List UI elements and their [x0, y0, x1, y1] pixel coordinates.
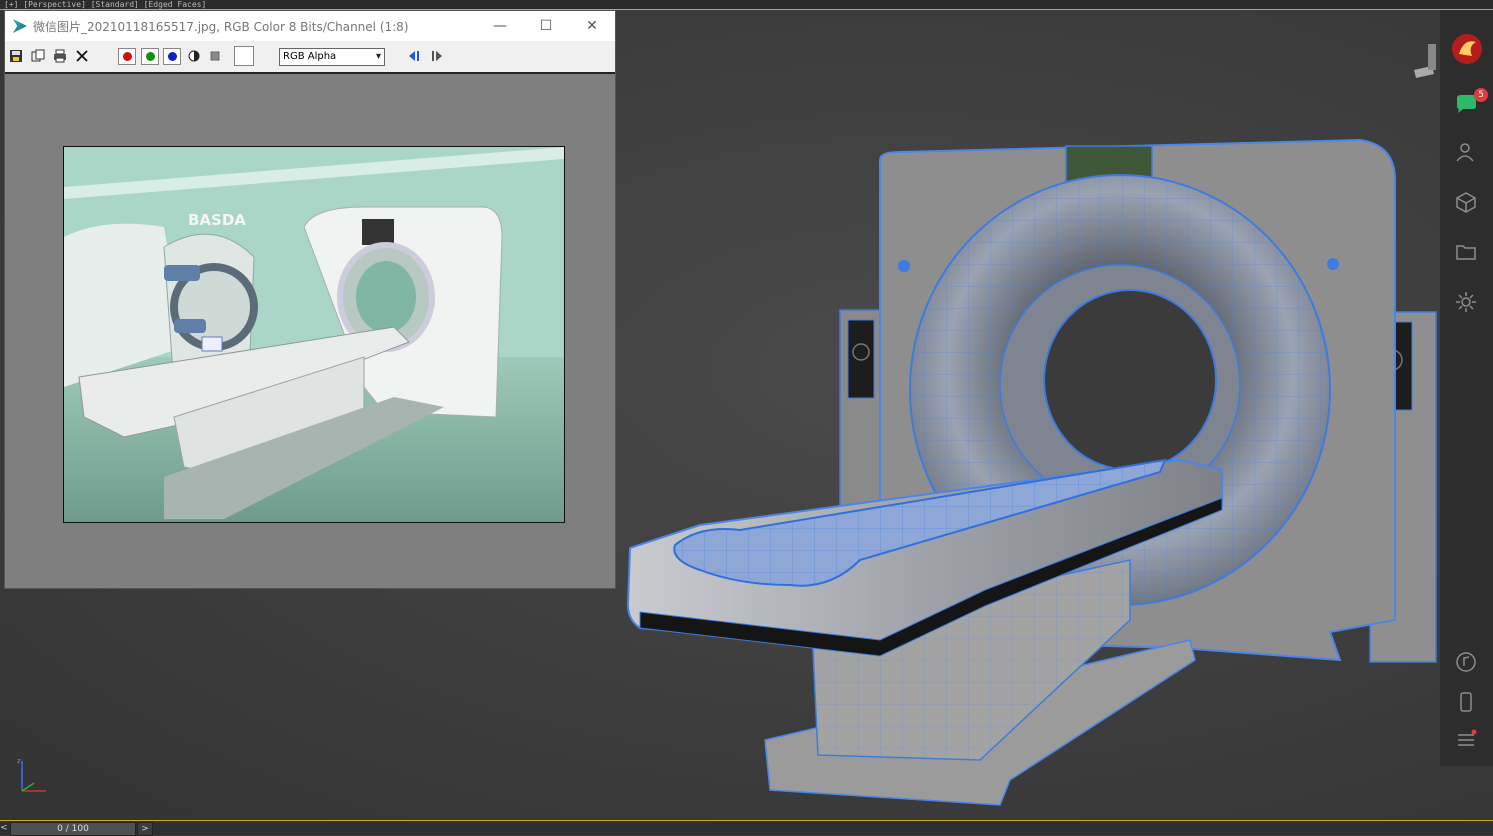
photo-gantry-display	[362, 219, 394, 245]
split-left-icon[interactable]	[407, 49, 421, 63]
channel-display-value: RGB Alpha	[283, 51, 337, 62]
monochrome-icon[interactable]	[187, 49, 201, 63]
red-channel-dot	[122, 52, 132, 61]
save-image-icon[interactable]	[9, 49, 23, 63]
clear-icon[interactable]	[75, 49, 89, 63]
cube-icon[interactable]	[1454, 190, 1478, 214]
bore-opening	[1043, 289, 1217, 471]
menu-icon[interactable]	[1454, 728, 1478, 752]
background-color-swatch[interactable]	[234, 46, 254, 66]
clone-window-icon[interactable]	[31, 49, 45, 63]
prev-frame-button[interactable]: <	[0, 822, 8, 834]
3d-viewport[interactable]: [+] [Perspective] [Standard] [Edged Face…	[0, 0, 1493, 820]
green-channel-button[interactable]	[141, 48, 159, 65]
settings-gear-icon[interactable]	[1454, 290, 1478, 314]
music-icon[interactable]	[1454, 650, 1478, 674]
phone-icon[interactable]	[1454, 690, 1478, 714]
photo-logo-text: BASDA	[188, 211, 246, 229]
reference-photo: BASDA	[63, 146, 565, 523]
axis-tripod: z	[17, 757, 46, 792]
folder-icon[interactable]	[1454, 240, 1478, 264]
blue-channel-button[interactable]	[163, 48, 181, 65]
gantry-right-indicator	[1327, 258, 1339, 270]
red-channel-button[interactable]	[118, 48, 136, 65]
timeline-bar: < 0 / 100 >	[0, 820, 1493, 836]
viewcube-stub[interactable]	[1410, 40, 1440, 80]
channel-display-select[interactable]: RGB Alpha ▾	[279, 48, 385, 66]
maximize-button[interactable]: ☐	[523, 11, 569, 41]
frame-buffer-title: 微信图片_20210118165517.jpg, RGB Color 8 Bit…	[33, 19, 409, 34]
right-side-panel: 5	[1440, 10, 1493, 766]
gantry-left-indicator	[898, 260, 910, 272]
alpha-channel-icon[interactable]	[208, 49, 222, 63]
frame-buffer-toolbar: RGB Alpha ▾	[5, 41, 615, 74]
close-button[interactable]: ✕	[569, 11, 615, 41]
frame-buffer-window[interactable]: 微信图片_20210118165517.jpg, RGB Color 8 Bit…	[4, 10, 616, 589]
print-icon[interactable]	[53, 49, 67, 63]
bg-scanner-pad-2	[174, 319, 206, 333]
photo-bore-inner	[356, 261, 416, 333]
3dsmax-app-icon	[13, 19, 27, 33]
svg-text:z: z	[17, 757, 21, 765]
ct-room-photo: BASDA	[64, 147, 564, 522]
notification-badge: 5	[1474, 88, 1488, 102]
minimize-button[interactable]: —	[477, 11, 523, 41]
bg-scanner-pad	[164, 265, 200, 281]
blue-channel-dot	[167, 52, 177, 61]
user-icon[interactable]	[1454, 140, 1478, 164]
green-channel-dot	[145, 52, 155, 61]
chevron-down-icon: ▾	[375, 51, 381, 62]
split-right-icon[interactable]	[430, 49, 444, 63]
frame-buffer-titlebar[interactable]: 微信图片_20210118165517.jpg, RGB Color 8 Bit…	[5, 11, 615, 41]
dragon-avatar-icon[interactable]	[1450, 32, 1484, 66]
photo-sign	[201, 336, 223, 352]
left-control-panel	[847, 319, 875, 399]
